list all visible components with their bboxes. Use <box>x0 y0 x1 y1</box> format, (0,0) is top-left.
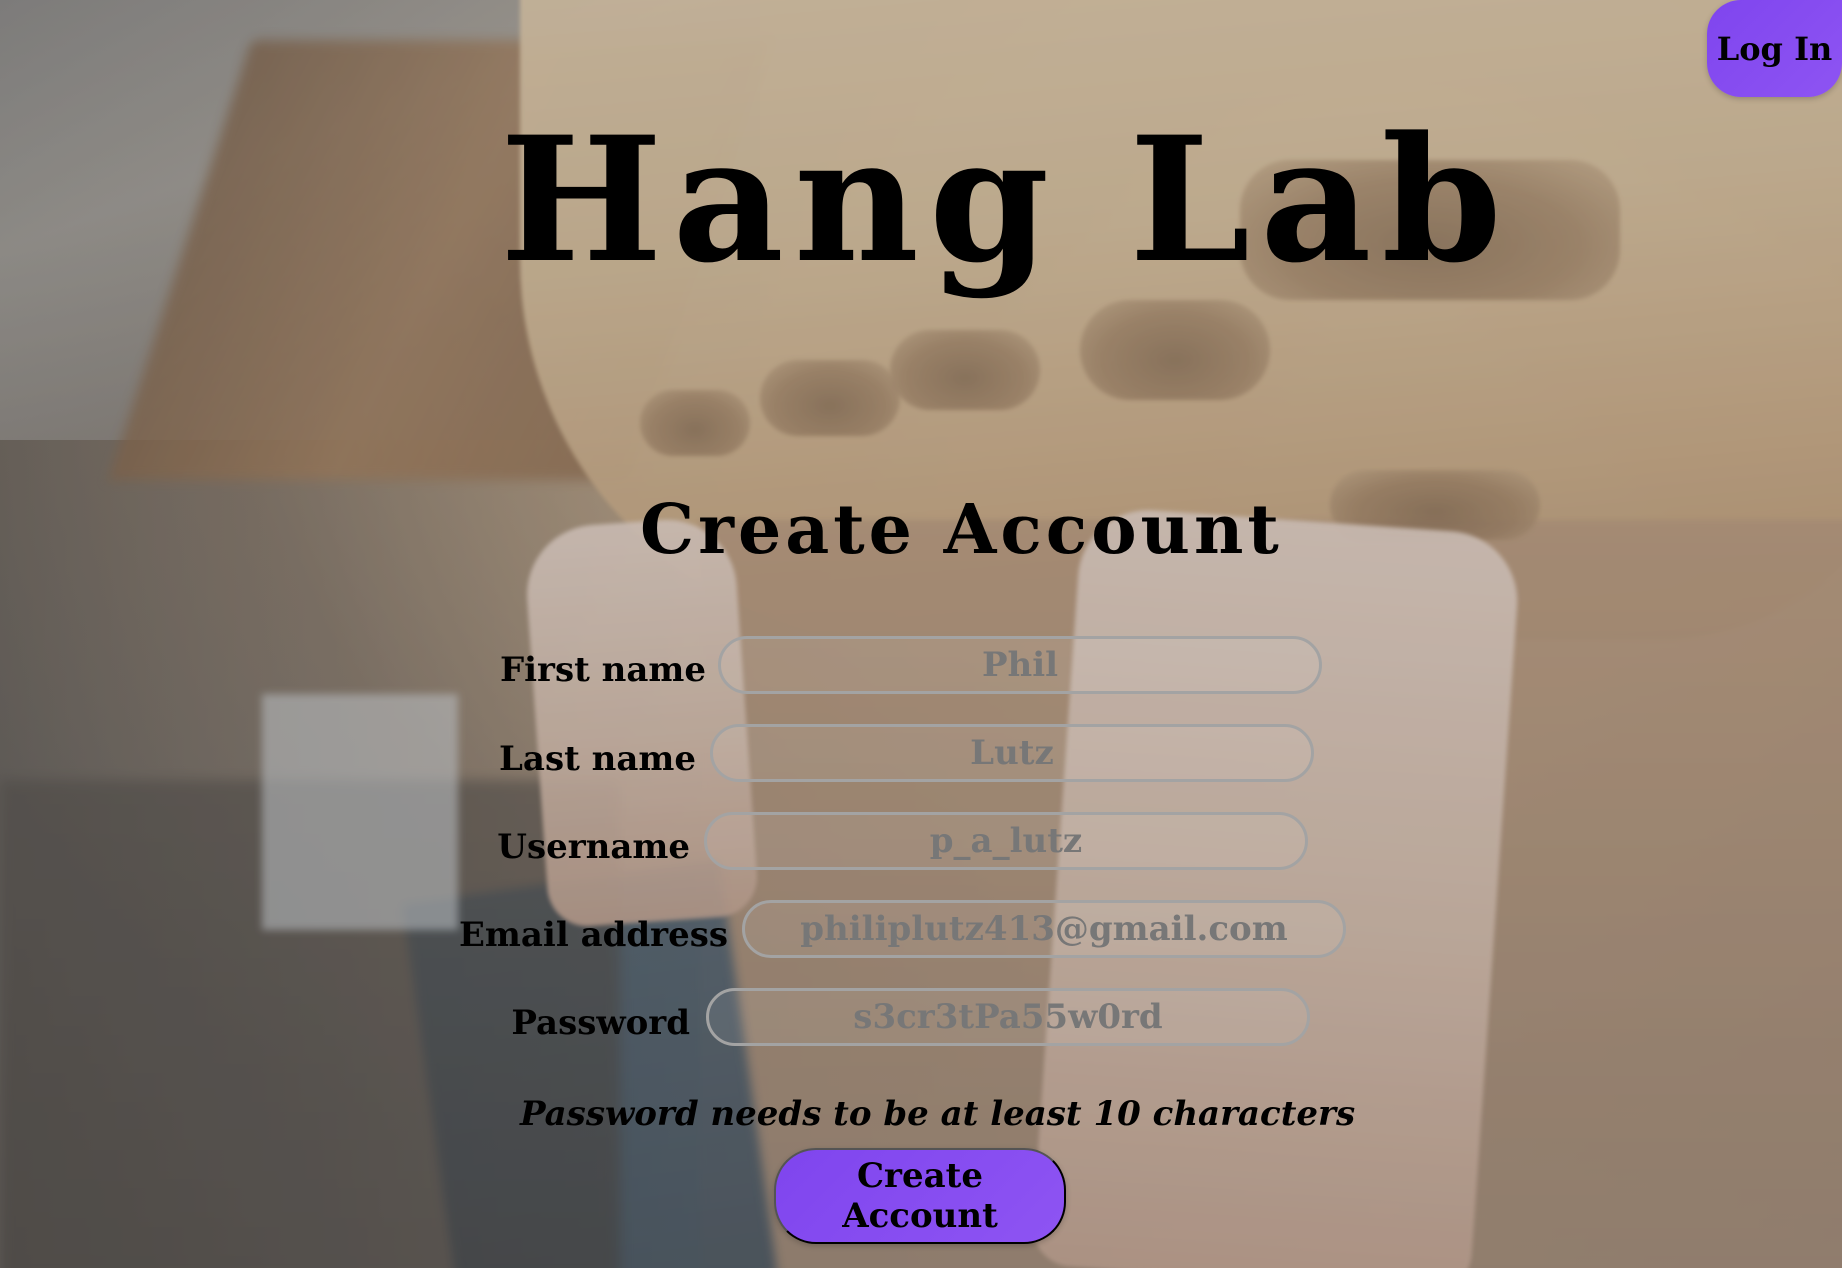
password-label: Password <box>511 1003 690 1043</box>
password-input[interactable] <box>706 988 1310 1046</box>
last-name-input[interactable] <box>710 724 1314 782</box>
create-account-button[interactable]: Create Account <box>774 1148 1066 1244</box>
first-name-label: First name <box>499 650 706 690</box>
first-name-input[interactable] <box>718 636 1322 694</box>
create-account-form: First name Last name Username Email addr… <box>0 0 1842 1268</box>
email-address-input[interactable] <box>742 900 1346 958</box>
last-name-label: Last name <box>499 739 696 779</box>
email-address-label: Email address <box>459 915 728 955</box>
username-input[interactable] <box>704 812 1308 870</box>
username-label: Username <box>497 827 690 867</box>
password-hint: Password needs to be at least 10 charact… <box>520 1094 1356 1134</box>
